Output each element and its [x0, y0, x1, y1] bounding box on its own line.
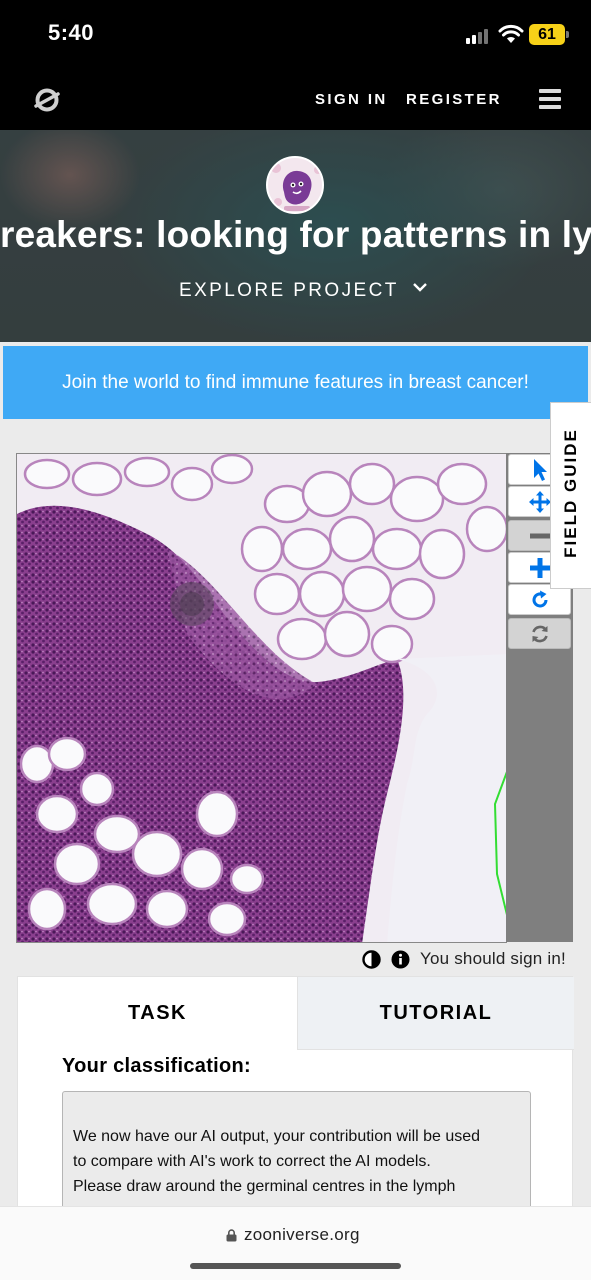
explore-project-label: EXPLORE PROJECT: [179, 280, 399, 301]
instruction-line: to compare with AI's work to correct the…: [73, 1153, 431, 1170]
project-hero: reakers: looking for patterns in lym EXP…: [0, 130, 591, 342]
instruction-line: We now have our AI output, your contribu…: [73, 1128, 481, 1145]
classification-heading: Your classification:: [62, 1055, 252, 1077]
browser-url-bar[interactable]: zooniverse.org: [0, 1206, 591, 1280]
status-bar: 5:40 61: [0, 0, 591, 68]
tab-task[interactable]: TASK: [18, 977, 297, 1050]
url-text: zooniverse.org: [244, 1225, 360, 1244]
announcement-banner: Join the world to find immune features i…: [3, 346, 588, 419]
reset-icon: [531, 625, 548, 642]
zoom-out-icon: [529, 533, 550, 538]
subject-image-viewer[interactable]: [16, 453, 507, 943]
tab-tutorial[interactable]: TUTORIAL: [297, 977, 574, 1050]
status-time: 5:40: [48, 20, 95, 45]
subject-meta-row: You should sign in!: [362, 947, 566, 971]
register-link[interactable]: REGISTER: [406, 91, 502, 108]
url-display[interactable]: zooniverse.org: [226, 1225, 360, 1245]
move-icon: [528, 490, 551, 513]
home-indicator[interactable]: [190, 1263, 401, 1269]
hamburger-menu-icon[interactable]: [539, 89, 561, 109]
sign-in-message: You should sign in!: [420, 949, 566, 968]
chevron-down-icon: [413, 283, 427, 292]
cellular-signal-icon: [466, 28, 492, 44]
site-navigation: SIGN IN REGISTER: [0, 68, 591, 130]
tissue-slide-image[interactable]: [17, 454, 507, 943]
wifi-icon: [498, 24, 524, 43]
project-title: reakers: looking for patterns in lym: [0, 214, 591, 255]
instruction-line: Please draw around the germinal centres …: [73, 1178, 456, 1195]
battery-indicator: 61: [529, 24, 569, 45]
invert-contrast-icon[interactable]: [362, 949, 381, 969]
zoom-in-icon: [529, 557, 550, 578]
explore-project-button[interactable]: EXPLORE PROJECT: [179, 280, 428, 302]
project-avatar[interactable]: [266, 156, 324, 214]
pointer-icon: [533, 458, 547, 481]
info-icon[interactable]: [391, 950, 410, 969]
zooniverse-logo-icon[interactable]: [33, 86, 61, 114]
rotate-icon: [532, 590, 547, 607]
field-guide-tab[interactable]: FIELD GUIDE: [550, 402, 591, 589]
task-panel: TASK TUTORIAL Your classification: We no…: [17, 976, 574, 1221]
task-instructions: We now have our AI output, your contribu…: [62, 1091, 531, 1221]
reset-button[interactable]: [508, 618, 571, 649]
field-guide-label: FIELD GUIDE: [561, 428, 580, 558]
sign-in-link[interactable]: SIGN IN: [315, 91, 388, 108]
lock-icon: [226, 1228, 237, 1241]
